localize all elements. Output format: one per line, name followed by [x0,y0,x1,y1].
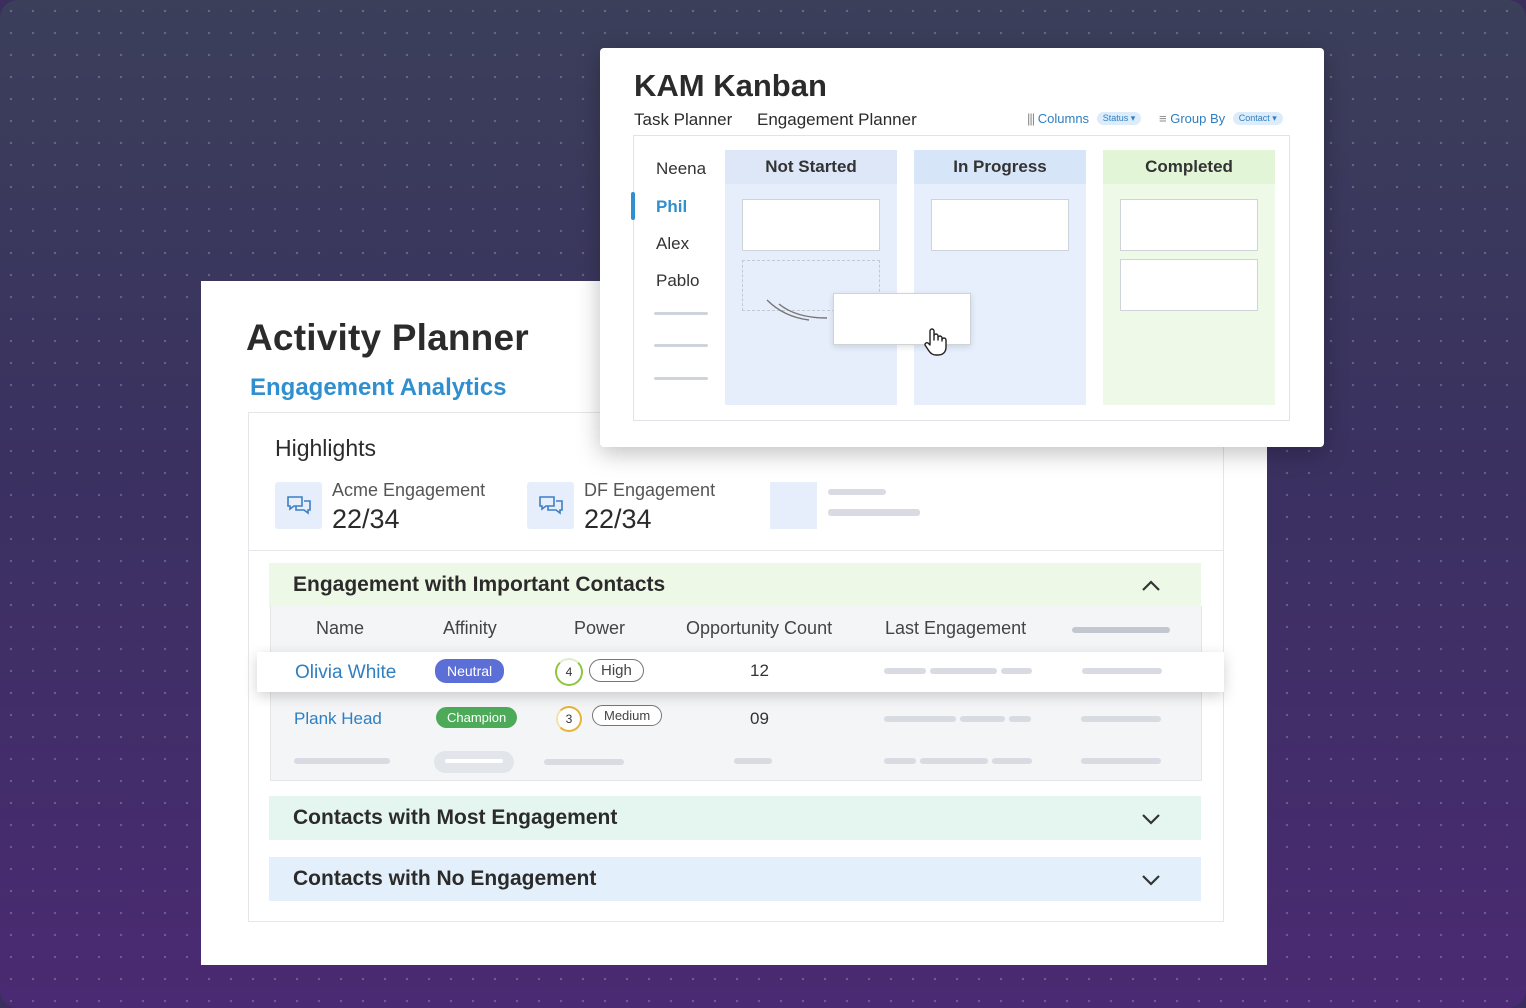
section-most-engagement[interactable]: Contacts with Most Engagement [269,796,1201,840]
chevron-down-icon[interactable] [1141,808,1161,832]
column-header-affinity: Affinity [443,618,497,638]
kanban-title: KAM Kanban [634,68,827,103]
placeholder-line [920,758,988,764]
column-header: Not Started [725,150,897,184]
power-pill: Medium [592,705,663,726]
chat-bubbles-icon [527,482,574,529]
placeholder-line [828,489,886,495]
power-pill-container: Medium [592,705,663,726]
column-in-progress: In Progress [914,150,1086,405]
highlights-title: Highlights [275,435,376,461]
divider [249,550,1223,551]
placeholder-line [654,344,708,347]
column-completed: Completed [1103,150,1275,405]
power-pill: High [589,659,644,682]
placeholder-line [1081,758,1161,764]
placeholder-line [654,312,708,315]
tab-engagement-planner[interactable]: Engagement Planner [757,110,917,130]
placeholder-line [930,668,997,674]
highlight-df[interactable]: DF Engagement 22/34 [527,480,757,534]
column-header-power: Power [574,618,626,638]
placeholder-line [1009,716,1031,722]
placeholder-line [1082,668,1162,674]
list-icon: ≡ [1159,111,1167,126]
contact-name-link[interactable]: Plank Head [294,709,382,729]
important-contacts-table: Name Affinity Power Opportunity Count La… [270,606,1202,781]
table-row-highlighted[interactable]: Olivia White Neutral 4 High 12 [257,652,1224,692]
columns-icon: ||| [1027,111,1035,126]
placeholder-line [884,758,916,764]
contact-name-link[interactable]: Olivia White [295,662,396,684]
opportunity-count: 09 [750,709,769,728]
columns-label: Columns [1037,111,1090,126]
power-score-ring: 3 [556,706,582,732]
kanban-board: Neena Phil Alex Pablo Not Started In Pro… [631,135,1290,421]
affinity-badge: Champion [436,707,518,728]
placeholder-line [654,377,708,380]
section-title: Engagement with Important Contacts [293,573,666,596]
highlight-value: 22/34 [332,504,400,534]
placeholder-block [770,482,817,529]
person-alex[interactable]: Alex [656,234,689,254]
group-by-label: Group By [1170,111,1226,126]
section-title: Contacts with Most Engagement [293,806,618,829]
kanban-card[interactable] [742,199,880,251]
placeholder-line [828,509,920,516]
highlight-label: DF Engagement [584,480,716,500]
highlight-acme[interactable]: Acme Engagement 22/34 [275,480,505,534]
placeholder-line [1081,716,1161,722]
placeholder-line [734,758,772,764]
columns-dropdown[interactable]: Status ▾ [1096,112,1142,125]
placeholder-line [294,758,390,764]
column-header-last-engagement: Last Engagement [885,618,1027,638]
page-subtitle[interactable]: Engagement Analytics [250,374,507,402]
placeholder-line [884,716,956,722]
champion-badge: Champion [436,707,518,728]
active-indicator [631,192,635,220]
chevron-down-icon[interactable] [1141,869,1161,893]
placeholder-line [1001,668,1032,674]
column-header-name: Name [316,618,365,638]
power-pill-container: High [589,659,644,682]
placeholder-line [445,759,503,763]
hand-pointer-icon [924,328,947,356]
group-by-value: Contact [1238,113,1270,123]
person-pablo[interactable]: Pablo [656,271,699,291]
kanban-card[interactable] [1120,199,1258,251]
column-not-started: Not Started [725,150,897,405]
dragged-kanban-card[interactable] [833,293,971,345]
column-header-opportunity-count: Opportunity Count [686,618,833,638]
placeholder-line [544,759,624,765]
columns-control[interactable]: ||| Columns Status ▾ [1027,111,1142,126]
placeholder-line [884,668,926,674]
tab-task-planner[interactable]: Task Planner [634,110,732,130]
opportunity-count: 12 [750,661,769,680]
person-phil[interactable]: Phil [656,197,687,217]
section-important-contacts[interactable]: Engagement with Important Contacts [269,563,1201,607]
placeholder-line [992,758,1032,764]
neutral-badge: Neutral [435,659,505,683]
kam-kanban-card: KAM Kanban Task Planner Engagement Plann… [600,48,1324,447]
page-title: Activity Planner [246,317,529,358]
column-header: In Progress [914,150,1086,184]
chat-bubbles-icon [275,482,322,529]
group-by-dropdown[interactable]: Contact ▾ [1232,112,1283,125]
section-no-engagement[interactable]: Contacts with No Engagement [269,857,1201,901]
affinity-badge: Neutral [435,659,505,683]
person-neena[interactable]: Neena [656,159,706,179]
power-score-ring: 4 [555,658,583,686]
columns-value: Status [1102,113,1129,123]
section-title: Contacts with No Engagement [293,867,597,890]
highlight-value: 22/34 [584,504,652,534]
kanban-card[interactable] [1120,259,1258,311]
chevron-up-icon[interactable] [1141,575,1161,599]
column-header: Completed [1103,150,1275,184]
group-by-control[interactable]: ≡ Group By Contact ▾ [1159,111,1283,126]
placeholder-line [960,716,1005,722]
kanban-card[interactable] [931,199,1069,251]
column-header-placeholder [1072,627,1170,633]
drag-motion-lines [766,299,828,321]
highlight-label: Acme Engagement [332,480,486,500]
